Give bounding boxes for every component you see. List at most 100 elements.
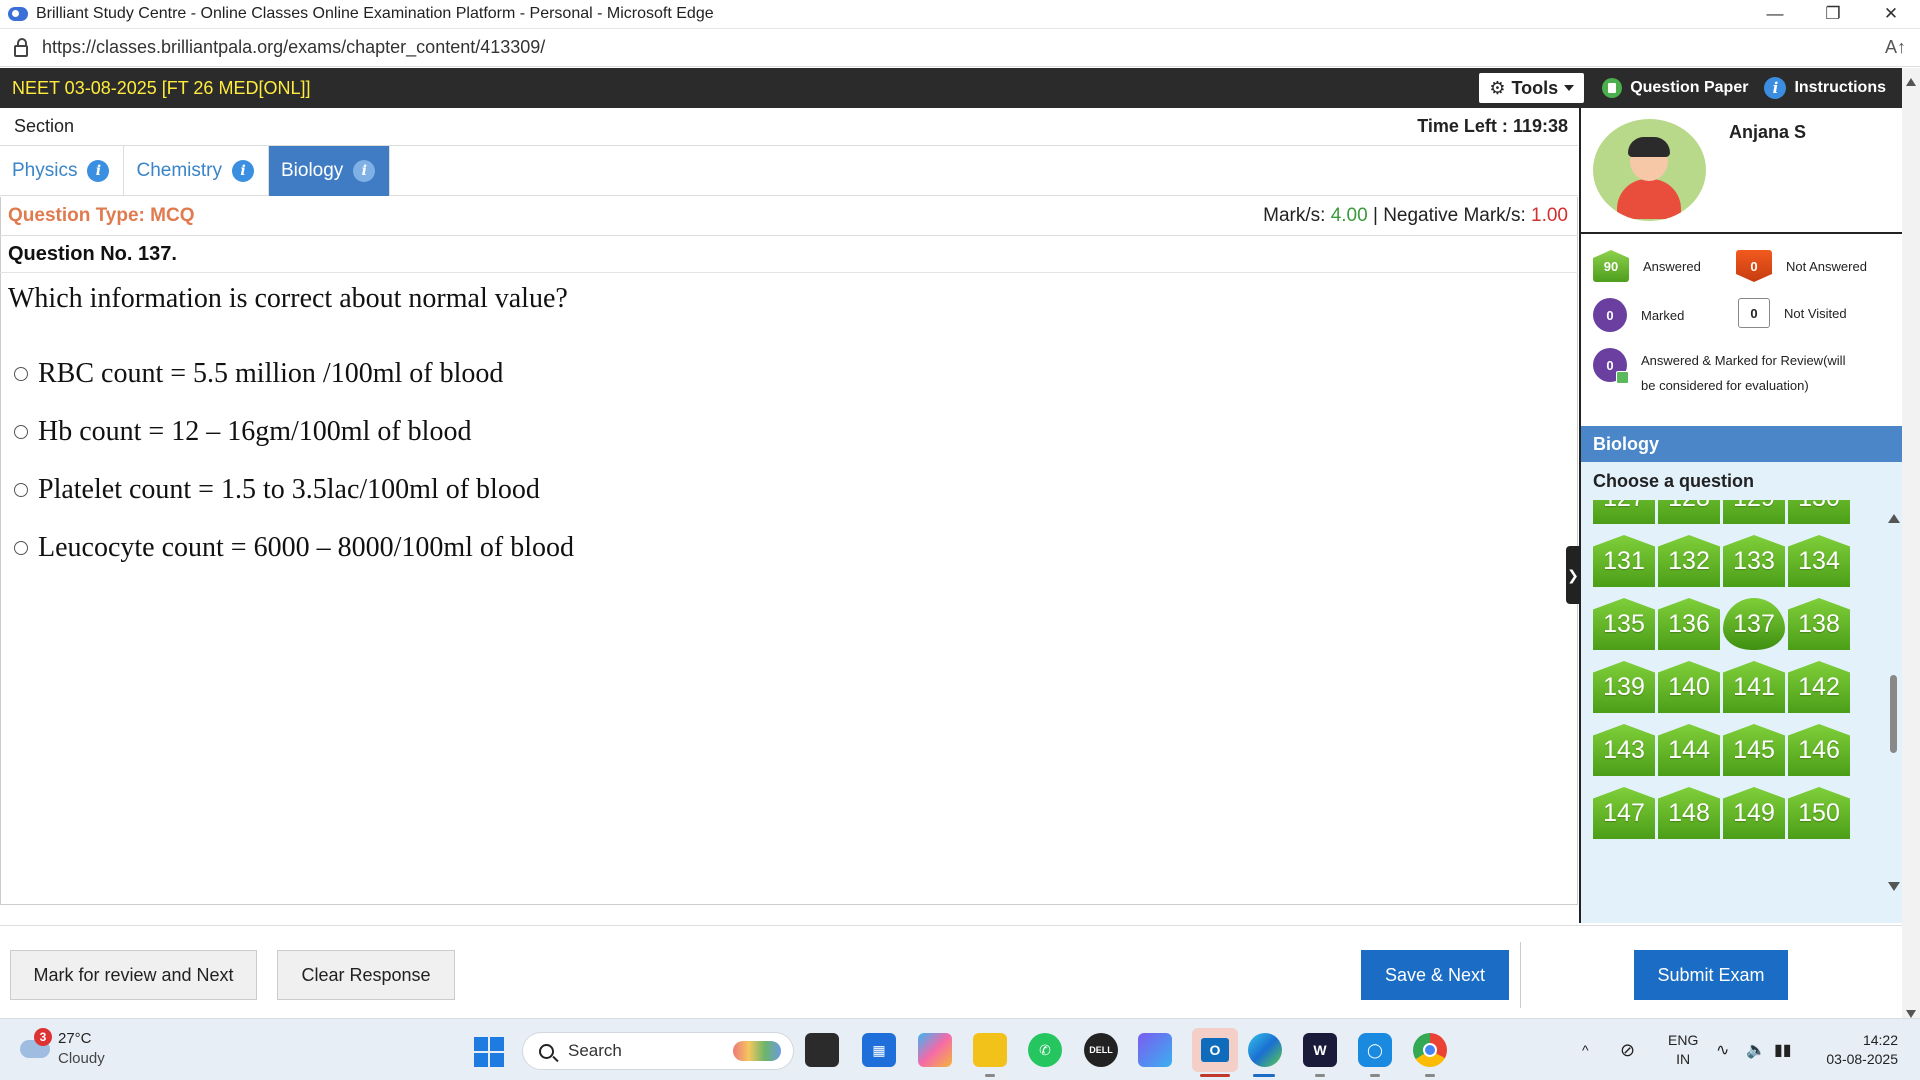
palette-question-button[interactable]: 137: [1723, 598, 1785, 650]
task-view-icon[interactable]: [805, 1033, 839, 1067]
office-hub-icon[interactable]: [1138, 1033, 1172, 1067]
collapse-panel-toggle[interactable]: ❯: [1566, 546, 1580, 604]
option-4[interactable]: Leucocyte count = 6000 – 8000/100ml of b…: [14, 519, 574, 577]
palette-question-button[interactable]: 143: [1593, 724, 1655, 776]
clock-date: 03-08-2025: [1826, 1051, 1898, 1067]
instructions-link[interactable]: i Instructions: [1764, 77, 1886, 99]
address-bar[interactable]: https://classes.brilliantpala.org/exams/…: [0, 29, 1920, 67]
legend-label: Marked: [1641, 307, 1685, 323]
mark-review-next-button[interactable]: Mark for review and Next: [10, 950, 257, 1000]
chrome-icon[interactable]: [1413, 1033, 1447, 1067]
question-type-row: Question Type: MCQ Mark/s: 4.00 | Negati…: [0, 197, 1578, 236]
weather-widget[interactable]: 3 27°C Cloudy: [20, 1028, 105, 1069]
option-text: Platelet count = 1.5 to 3.5lac/100ml of …: [38, 474, 540, 505]
palette-question-button[interactable]: 150: [1788, 787, 1850, 839]
wordpress-app-icon[interactable]: W: [1303, 1033, 1337, 1067]
submit-exam-button[interactable]: Submit Exam: [1634, 950, 1788, 1000]
palette-question-button[interactable]: 127: [1593, 500, 1655, 524]
palette-question-button[interactable]: 141: [1723, 661, 1785, 713]
question-paper-link[interactable]: Question Paper: [1602, 78, 1748, 98]
palette-question-button[interactable]: 129: [1723, 500, 1785, 524]
read-aloud-icon[interactable]: A↑: [1885, 37, 1906, 58]
question-paper-label: Question Paper: [1630, 79, 1749, 96]
outlook-icon[interactable]: O: [1192, 1028, 1238, 1072]
palette-section-name: Biology: [1581, 426, 1902, 462]
legend-marked: 0 Marked: [1593, 298, 1684, 332]
windows-start-icon[interactable]: [474, 1037, 504, 1067]
save-next-button[interactable]: Save & Next: [1361, 950, 1509, 1000]
palette-question-button[interactable]: 133: [1723, 535, 1785, 587]
tray-chevron-icon[interactable]: ^: [1582, 1019, 1589, 1080]
palette-question-button[interactable]: 138: [1788, 598, 1850, 650]
battery-icon[interactable]: ▮▮: [1774, 1019, 1792, 1080]
tab-chemistry[interactable]: Chemistry i: [124, 146, 269, 196]
language-indicator[interactable]: ENG IN: [1668, 1031, 1698, 1069]
palette-question-button[interactable]: 142: [1788, 661, 1850, 713]
wifi-icon[interactable]: ∿: [1716, 1019, 1729, 1080]
scroll-thumb[interactable]: [1890, 675, 1897, 753]
option-text: Leucocyte count = 6000 – 8000/100ml of b…: [38, 532, 575, 563]
minimize-button[interactable]: —: [1746, 0, 1804, 29]
info-icon[interactable]: i: [353, 160, 376, 182]
radio-button[interactable]: [14, 541, 28, 555]
palette-question-button[interactable]: 136: [1658, 598, 1720, 650]
legend-label: Not Answered: [1786, 258, 1867, 274]
palette-question-button[interactable]: 145: [1723, 724, 1785, 776]
scroll-up-arrow-icon[interactable]: [1906, 78, 1916, 86]
network-off-icon[interactable]: ⊘: [1620, 1019, 1635, 1080]
url-text[interactable]: https://classes.brilliantpala.org/exams/…: [42, 37, 1885, 58]
microsoft-store-icon[interactable]: ▦: [862, 1033, 896, 1067]
info-icon[interactable]: i: [87, 160, 110, 182]
maximize-button[interactable]: ❐: [1804, 0, 1862, 29]
palette-scrollbar[interactable]: [1884, 500, 1902, 923]
divider: [1520, 942, 1521, 1008]
palette-question-button[interactable]: 128: [1658, 500, 1720, 524]
section-label: Section: [14, 116, 75, 136]
edge-icon[interactable]: [1248, 1033, 1282, 1067]
window-titlebar: Brilliant Study Centre - Online Classes …: [0, 0, 1920, 29]
option-3[interactable]: Platelet count = 1.5 to 3.5lac/100ml of …: [14, 461, 574, 519]
question-number-row: Question No. 137.: [0, 237, 1578, 273]
close-button[interactable]: ✕: [1862, 0, 1920, 29]
palette-question-button[interactable]: 134: [1788, 535, 1850, 587]
clear-response-button[interactable]: Clear Response: [277, 950, 455, 1000]
palette-question-button[interactable]: 149: [1723, 787, 1785, 839]
file-explorer-icon[interactable]: [973, 1033, 1007, 1067]
palette-question-button[interactable]: 146: [1788, 724, 1850, 776]
ms-app-icon[interactable]: ◯: [1358, 1033, 1392, 1067]
whatsapp-icon[interactable]: ✆: [1028, 1033, 1062, 1067]
palette-question-button[interactable]: 139: [1593, 661, 1655, 713]
volume-icon[interactable]: 🔈: [1746, 1019, 1766, 1080]
scroll-down-arrow-icon[interactable]: [1906, 1010, 1916, 1018]
palette-question-button[interactable]: 130: [1788, 500, 1850, 524]
radio-button[interactable]: [14, 425, 28, 439]
clock[interactable]: 14:22 03-08-2025: [1816, 1031, 1898, 1069]
page-scrollbar[interactable]: [1902, 68, 1920, 1018]
tab-biology[interactable]: Biology i: [268, 146, 391, 196]
radio-button[interactable]: [14, 483, 28, 497]
profile-section: Anjana S: [1581, 108, 1902, 234]
copilot-icon[interactable]: [918, 1033, 952, 1067]
palette-question-button[interactable]: 135: [1593, 598, 1655, 650]
lang-line2: IN: [1676, 1051, 1691, 1067]
tab-physics[interactable]: Physics i: [0, 146, 125, 196]
palette-question-button[interactable]: 148: [1658, 787, 1720, 839]
palette-question-button[interactable]: 131: [1593, 535, 1655, 587]
exam-header: NEET 03-08-2025 [FT 26 MED[ONL]] ⚙ Tools…: [0, 68, 1902, 108]
taskbar-search[interactable]: Search: [522, 1032, 794, 1070]
palette-question-button[interactable]: 147: [1593, 787, 1655, 839]
scroll-up-arrow-icon[interactable]: [1888, 514, 1900, 523]
search-highlight-icon: [733, 1041, 781, 1061]
palette-question-button[interactable]: 132: [1658, 535, 1720, 587]
option-1[interactable]: RBC count = 5.5 million /100ml of blood: [14, 345, 574, 403]
radio-button[interactable]: [14, 367, 28, 381]
palette-question-button[interactable]: 140: [1658, 661, 1720, 713]
scroll-down-arrow-icon[interactable]: [1888, 882, 1900, 891]
dell-icon[interactable]: DELL: [1084, 1033, 1118, 1067]
info-icon[interactable]: i: [231, 160, 254, 182]
check-icon: [1616, 371, 1629, 384]
option-2[interactable]: Hb count = 12 – 16gm/100ml of blood: [14, 403, 574, 461]
legend-not-visited: 0 Not Visited: [1738, 298, 1847, 328]
tools-dropdown[interactable]: ⚙ Tools: [1479, 73, 1585, 103]
palette-question-button[interactable]: 144: [1658, 724, 1720, 776]
